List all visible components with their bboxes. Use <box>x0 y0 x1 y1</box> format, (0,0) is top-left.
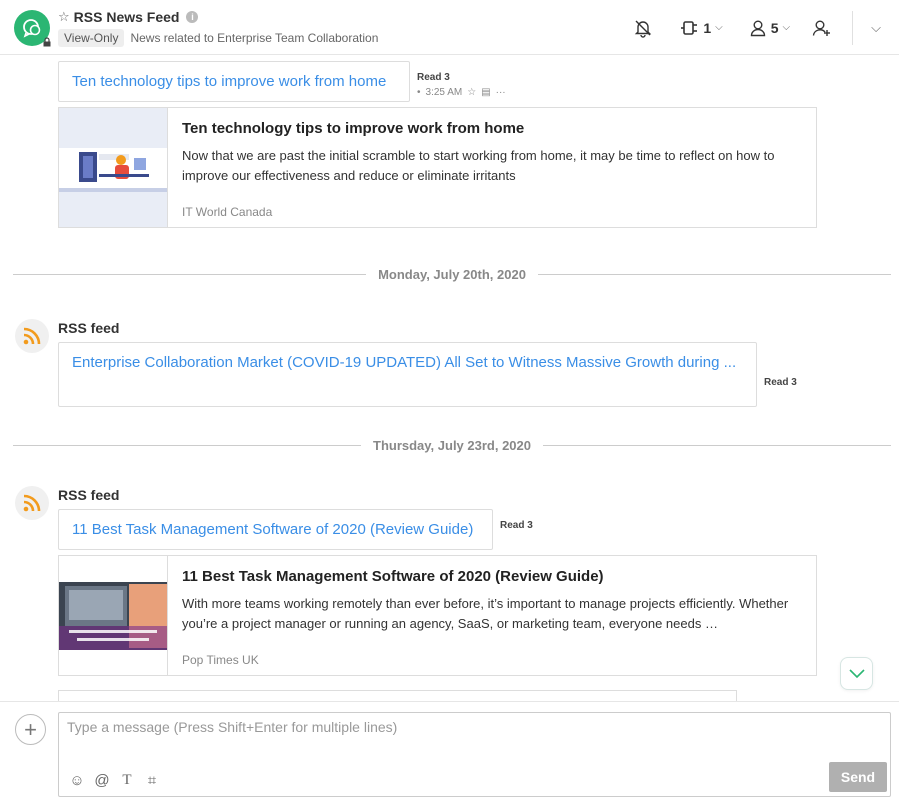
separator-line <box>537 273 891 275</box>
preview-title[interactable]: Ten technology tips to improve work from… <box>182 120 524 137</box>
sender-avatar[interactable] <box>15 319 49 353</box>
date-label: Monday, July 20th, 2020 <box>378 266 526 282</box>
preview-description: With more teams working remotely than ev… <box>182 596 789 631</box>
partial-message-box[interactable] <box>58 690 737 701</box>
favorite-star-icon[interactable]: ☆ <box>58 9 70 25</box>
message-meta: • 3:25 AM ☆ ▤ ··· <box>417 87 506 98</box>
message-box[interactable]: ☺ @ T ⌗ Send <box>58 712 891 797</box>
view-only-badge: View-Only <box>58 29 125 47</box>
chevron-down-icon: ⌵ <box>871 19 881 35</box>
preview-thumbnail <box>59 556 168 675</box>
sender-name[interactable]: RSS feed <box>58 320 119 336</box>
channel-description: News related to Enterprise Team Collabor… <box>130 31 379 45</box>
composer-toolbar: ☺ @ T ⌗ <box>69 772 160 789</box>
sender-name[interactable]: RSS feed <box>58 487 119 503</box>
separator-line <box>543 444 891 446</box>
message-input[interactable] <box>67 719 767 735</box>
scroll-to-bottom-button[interactable] <box>840 657 873 690</box>
info-icon[interactable]: i <box>186 11 199 23</box>
star-icon[interactable]: ☆ <box>467 87 476 98</box>
rss-link-box[interactable]: Ten technology tips to improve work from… <box>58 61 410 102</box>
chat-bubble-icon <box>23 19 41 38</box>
channel-title: RSS News Feed <box>73 9 180 25</box>
sender-avatar[interactable] <box>15 486 49 520</box>
members-button[interactable]: 5 ⌵ <box>749 19 790 37</box>
text-format-icon[interactable]: T <box>119 772 135 788</box>
message-list[interactable]: Ten technology tips to improve work from… <box>0 56 899 701</box>
more-icon[interactable]: ··· <box>496 87 506 98</box>
integrations-count: 1 <box>703 19 712 36</box>
mention-icon[interactable]: @ <box>94 772 110 789</box>
attach-button[interactable]: + <box>15 714 46 745</box>
members-count: 5 <box>770 19 779 36</box>
link-preview-card[interactable]: Ten technology tips to improve work from… <box>58 107 817 228</box>
emoji-icon[interactable]: ☺ <box>69 772 85 789</box>
message-composer: + ☺ @ T ⌗ Send <box>0 701 899 802</box>
date-label: Thursday, July 23rd, 2020 <box>373 437 531 453</box>
chevron-down-icon: ⌵ <box>715 22 723 33</box>
channel-avatar[interactable] <box>14 10 51 47</box>
rss-link-box[interactable]: Enterprise Collaboration Market (COVID-1… <box>58 342 757 407</box>
preview-source: Pop Times UK <box>182 653 259 667</box>
message-time: 3:25 AM <box>425 87 463 98</box>
separator-line <box>13 273 367 275</box>
lock-icon <box>43 37 51 47</box>
plug-icon <box>681 20 698 35</box>
link-preview-card[interactable]: 11 Best Task Management Software of 2020… <box>58 555 817 676</box>
rss-link[interactable]: Ten technology tips to improve work from… <box>72 73 386 90</box>
more-options-button[interactable]: ⌵ <box>871 20 881 36</box>
plus-icon: + <box>24 716 37 742</box>
rss-link-box[interactable]: 11 Best Task Management Software of 2020… <box>58 509 493 550</box>
date-separator: Monday, July 20th, 2020 <box>13 264 891 284</box>
meta-dot: • <box>417 87 421 98</box>
read-receipt[interactable]: Read 3 <box>500 520 533 531</box>
user-icon <box>750 20 765 36</box>
chevron-down-icon <box>848 668 865 678</box>
add-user-icon <box>812 20 831 36</box>
rss-link[interactable]: 11 Best Task Management Software of 2020… <box>72 521 473 538</box>
channel-header: ☆ RSS News Feed i View-Only News related… <box>0 0 899 55</box>
send-button[interactable]: Send <box>829 762 887 792</box>
screenshot-crop-icon[interactable]: ⌗ <box>144 772 160 789</box>
work-from-home-illustration <box>59 108 167 227</box>
preview-title[interactable]: 11 Best Task Management Software of 2020… <box>182 568 604 585</box>
preview-source: IT World Canada <box>182 205 273 219</box>
preview-thumbnail <box>59 108 168 227</box>
integrations-button[interactable]: 1 ⌵ <box>679 19 723 37</box>
rss-icon <box>23 327 41 345</box>
separator-line <box>13 444 361 446</box>
date-separator: Thursday, July 23rd, 2020 <box>13 435 891 455</box>
chevron-down-icon: ⌵ <box>782 22 791 33</box>
reply-icon[interactable]: ▤ <box>481 87 490 98</box>
rss-link[interactable]: Enterprise Collaboration Market (COVID-1… <box>72 354 736 371</box>
read-receipt[interactable]: Read 3 <box>764 377 797 388</box>
header-divider <box>852 10 854 45</box>
read-receipt[interactable]: Read 3 <box>417 72 450 83</box>
task-software-illustration <box>59 556 167 675</box>
add-member-button[interactable] <box>812 19 832 37</box>
rss-icon <box>23 494 41 512</box>
mute-notifications-button[interactable] <box>633 18 653 38</box>
bell-off-icon <box>635 20 652 38</box>
preview-description: Now that we are past the initial scrambl… <box>182 148 775 183</box>
